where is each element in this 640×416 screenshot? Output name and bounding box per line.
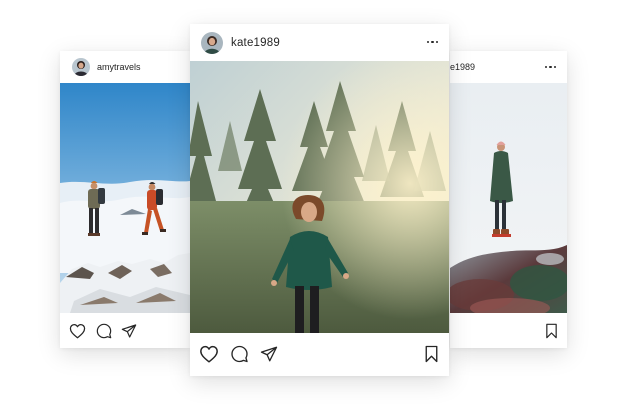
post-photo[interactable] [60, 83, 190, 313]
username[interactable]: amytravels [97, 62, 141, 72]
post-actions [60, 321, 190, 345]
username[interactable]: kate1989 [450, 62, 475, 72]
post-actions [450, 321, 567, 345]
username[interactable]: kate1989 [231, 37, 280, 49]
post-header: kate1989 [190, 24, 449, 61]
post-photo[interactable] [190, 61, 449, 333]
comment-icon[interactable] [230, 345, 249, 363]
bookmark-icon[interactable] [545, 323, 558, 339]
avatar[interactable] [201, 31, 223, 54]
share-icon[interactable] [121, 323, 137, 339]
post-card-kate1989-back: kate1989 [450, 51, 567, 348]
post-actions [190, 343, 449, 369]
post-photo[interactable] [450, 83, 567, 313]
more-horizontal-icon[interactable] [426, 41, 438, 44]
post-card-kate1989: kate1989 [190, 24, 449, 376]
avatar[interactable] [72, 58, 90, 76]
heart-icon[interactable] [69, 323, 86, 339]
bookmark-icon[interactable] [424, 345, 439, 363]
heart-icon[interactable] [199, 345, 219, 363]
post-card-amytravels: amytravels [60, 51, 190, 348]
post-header: kate1989 [450, 51, 567, 83]
post-header: amytravels [60, 51, 190, 83]
more-horizontal-icon[interactable] [544, 66, 556, 69]
comment-icon[interactable] [96, 323, 112, 339]
share-icon[interactable] [260, 345, 278, 363]
